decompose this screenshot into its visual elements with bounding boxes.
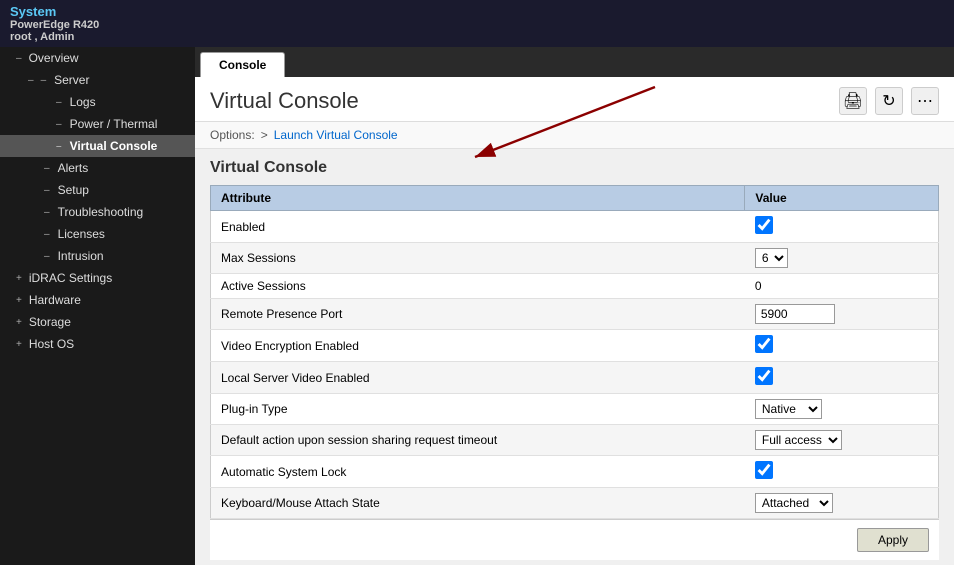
options-bar: Options: > Launch Virtual Console (195, 122, 954, 149)
row-attribute-5: Local Server Video Enabled (211, 362, 745, 394)
sidebar-label-power-thermal: Power / Thermal (70, 117, 158, 131)
sidebar-label-storage: Storage (29, 315, 71, 329)
system-sub1: PowerEdge R420 (10, 19, 944, 31)
section-title: Virtual Console (210, 159, 939, 177)
select-9[interactable]: AttachedDetached (755, 493, 833, 513)
row-value-6[interactable]: NativeActiveXJava (745, 394, 939, 425)
system-title: System (10, 4, 944, 19)
row-attribute-2: Active Sessions (211, 274, 745, 299)
sidebar-item-alerts[interactable]: –Alerts (0, 157, 195, 179)
sidebar: –Overview––Server–Logs–Power / Thermal–V… (0, 47, 195, 565)
sidebar-label-overview: Overview (29, 51, 79, 65)
header-icons: 🖨 ↻ ⋯ (839, 87, 939, 115)
sidebar-item-virtual-console[interactable]: –Virtual Console (0, 135, 195, 157)
row-value-4[interactable] (745, 330, 939, 362)
checkbox-0[interactable] (755, 216, 773, 234)
table-row: Enabled (211, 211, 939, 243)
table-row: Plug-in Type NativeActiveXJava (211, 394, 939, 425)
row-value-9[interactable]: AttachedDetached (745, 488, 939, 519)
sidebar-item-overview[interactable]: –Overview (0, 47, 195, 69)
col-value: Value (745, 186, 939, 211)
apply-button[interactable]: Apply (857, 528, 929, 552)
tab-bar: Console (195, 47, 954, 77)
checkbox-8[interactable] (755, 461, 773, 479)
sidebar-label-virtual-console: Virtual Console (70, 139, 158, 153)
sidebar-item-logs[interactable]: –Logs (0, 91, 195, 113)
vc-table: AttributeValueEnabledMax Sessions 123456 A… (210, 185, 939, 519)
sidebar-label-alerts: Alerts (58, 161, 89, 175)
row-value-8[interactable] (745, 456, 939, 488)
table-row: Automatic System Lock (211, 456, 939, 488)
sidebar-label-host-os: Host OS (29, 337, 74, 351)
page-header: Virtual Console 🖨 ↻ ⋯ (195, 77, 954, 122)
sidebar-item-hardware[interactable]: +Hardware (0, 289, 195, 311)
refresh-button[interactable]: ↻ (875, 87, 903, 115)
top-header: System PowerEdge R420 root , Admin (0, 0, 954, 47)
tab-console[interactable]: Console (200, 52, 285, 77)
table-row: Local Server Video Enabled (211, 362, 939, 394)
table-row: Video Encryption Enabled (211, 330, 939, 362)
print-button[interactable]: 🖨 (839, 87, 867, 115)
row-attribute-1: Max Sessions (211, 243, 745, 274)
input-3[interactable] (755, 304, 835, 324)
row-attribute-7: Default action upon session sharing requ… (211, 425, 745, 456)
sidebar-label-idrac-settings: iDRAC Settings (29, 271, 112, 285)
options-separator: > (261, 128, 268, 142)
row-value-0[interactable] (745, 211, 939, 243)
sidebar-item-intrusion[interactable]: –Intrusion (0, 245, 195, 267)
page-title: Virtual Console (210, 88, 359, 114)
sidebar-item-troubleshooting[interactable]: –Troubleshooting (0, 201, 195, 223)
options-label: Options: (210, 128, 255, 142)
content-area: Console Virtual Console 🖨 ↻ ⋯ Options: >… (195, 47, 954, 565)
sidebar-label-hardware: Hardware (29, 293, 81, 307)
row-attribute-8: Automatic System Lock (211, 456, 745, 488)
row-attribute-6: Plug-in Type (211, 394, 745, 425)
table-row: Keyboard/Mouse Attach State AttachedDetac… (211, 488, 939, 519)
sidebar-label-setup: Setup (58, 183, 89, 197)
launch-virtual-console-link[interactable]: Launch Virtual Console (274, 128, 398, 142)
sidebar-label-intrusion: Intrusion (58, 249, 104, 263)
apply-row: Apply (210, 519, 939, 560)
table-row: Default action upon session sharing requ… (211, 425, 939, 456)
main-layout: –Overview––Server–Logs–Power / Thermal–V… (0, 47, 954, 565)
sidebar-label-troubleshooting: Troubleshooting (58, 205, 144, 219)
sidebar-item-server[interactable]: ––Server (0, 69, 195, 91)
sidebar-label-logs: Logs (70, 95, 96, 109)
sidebar-item-host-os[interactable]: +Host OS (0, 333, 195, 355)
sidebar-item-storage[interactable]: +Storage (0, 311, 195, 333)
row-value-1[interactable]: 123456 (745, 243, 939, 274)
table-row: Max Sessions 123456 (211, 243, 939, 274)
sidebar-label-server: Server (54, 73, 89, 87)
checkbox-4[interactable] (755, 335, 773, 353)
table-row: Active Sessions0 (211, 274, 939, 299)
system-sub2: root , Admin (10, 31, 944, 43)
sidebar-label-licenses: Licenses (58, 227, 105, 241)
row-value-2: 0 (745, 274, 939, 299)
row-attribute-0: Enabled (211, 211, 745, 243)
col-attribute: Attribute (211, 186, 745, 211)
row-value-5[interactable] (745, 362, 939, 394)
row-value-7[interactable]: Full accessRead onlyDeny (745, 425, 939, 456)
section-content: Virtual Console AttributeValueEnabledMax… (195, 149, 954, 565)
sidebar-item-idrac-settings[interactable]: +iDRAC Settings (0, 267, 195, 289)
select-6[interactable]: NativeActiveXJava (755, 399, 822, 419)
select-7[interactable]: Full accessRead onlyDeny (755, 430, 842, 450)
select-1[interactable]: 123456 (755, 248, 788, 268)
more-button[interactable]: ⋯ (911, 87, 939, 115)
sidebar-item-setup[interactable]: –Setup (0, 179, 195, 201)
row-value-3[interactable] (745, 299, 939, 330)
row-attribute-3: Remote Presence Port (211, 299, 745, 330)
checkbox-5[interactable] (755, 367, 773, 385)
sidebar-item-power-thermal[interactable]: –Power / Thermal (0, 113, 195, 135)
row-attribute-4: Video Encryption Enabled (211, 330, 745, 362)
row-attribute-9: Keyboard/Mouse Attach State (211, 488, 745, 519)
table-row: Remote Presence Port (211, 299, 939, 330)
sidebar-item-licenses[interactable]: –Licenses (0, 223, 195, 245)
